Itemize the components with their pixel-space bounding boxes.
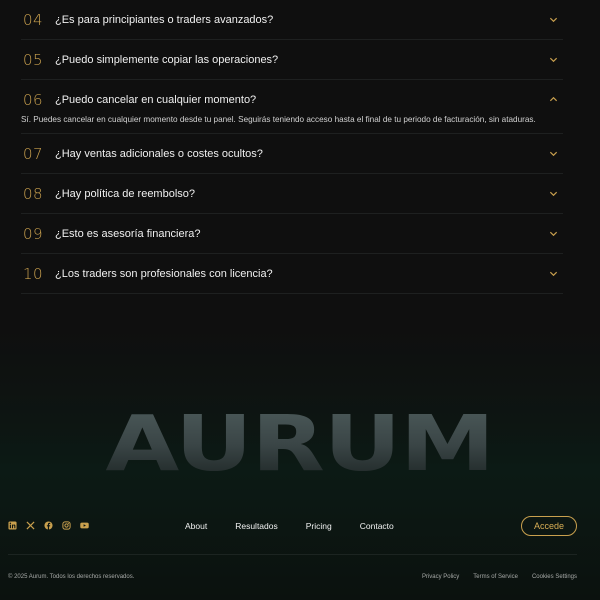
footer-nav: About Resultados Pricing Contacto: [185, 521, 422, 531]
faq-list: 04 ¿Es para principiantes o traders avan…: [21, 0, 563, 294]
faq-number: 10: [23, 264, 44, 283]
footer-nav-about[interactable]: About: [185, 521, 207, 531]
chevron-down-icon[interactable]: [547, 148, 559, 160]
faq-left: 05 ¿Puedo simplemente copiar las operaci…: [21, 51, 278, 69]
page: 04 ¿Es para principiantes o traders avan…: [0, 0, 600, 600]
footer-nav-contacto[interactable]: Contacto: [360, 521, 394, 531]
footer-nav-pricing[interactable]: Pricing: [306, 521, 332, 531]
faq-question: ¿Los traders son profesionales con licen…: [55, 267, 273, 280]
faq-question-row[interactable]: 10 ¿Los traders son profesionales con li…: [21, 254, 563, 293]
brand-wordmark: AURUM: [105, 400, 496, 489]
chevron-down-icon[interactable]: [547, 14, 559, 26]
faq-question-row[interactable]: 05 ¿Puedo simplemente copiar las operaci…: [21, 40, 563, 79]
faq-item: 04 ¿Es para principiantes o traders avan…: [21, 0, 563, 40]
x-icon[interactable]: [26, 521, 35, 530]
chevron-down-icon[interactable]: [547, 188, 559, 200]
chevron-down-icon[interactable]: [547, 228, 559, 240]
brand-wordmark-container: AURUM: [0, 405, 600, 485]
accede-button[interactable]: Accede: [521, 516, 577, 536]
faq-left: 10 ¿Los traders son profesionales con li…: [21, 265, 273, 283]
faq-question-row[interactable]: 08 ¿Hay política de reembolso?: [21, 174, 563, 213]
legal-links: Privacy Policy Terms of Service Cookies …: [422, 574, 577, 580]
faq-number: 06: [23, 90, 44, 109]
chevron-down-icon[interactable]: [547, 54, 559, 66]
faq-question: ¿Es para principiantes o traders avanzad…: [55, 13, 274, 26]
footer-divider: [8, 554, 577, 555]
footer-top-row: About Resultados Pricing Contacto Accede: [0, 514, 600, 540]
faq-question: ¿Puedo cancelar en cualquier momento?: [55, 93, 257, 106]
faq-left: 06 ¿Puedo cancelar en cualquier momento?: [21, 91, 256, 109]
instagram-icon[interactable]: [62, 521, 71, 530]
chevron-down-icon[interactable]: [547, 268, 559, 280]
faq-left: 09 ¿Esto es asesoría financiera?: [21, 225, 201, 243]
faq-number: 08: [23, 184, 44, 203]
faq-question: ¿Hay ventas adicionales o costes ocultos…: [55, 147, 263, 160]
social-links: [8, 521, 89, 530]
faq-number: 05: [23, 50, 44, 69]
faq-question: ¿Puedo simplemente copiar las operacione…: [55, 53, 279, 66]
linkedin-icon[interactable]: [8, 521, 17, 530]
privacy-policy-link[interactable]: Privacy Policy: [422, 574, 459, 580]
youtube-icon[interactable]: [80, 521, 89, 530]
faq-item: 09 ¿Esto es asesoría financiera?: [21, 214, 563, 254]
faq-number: 07: [23, 144, 44, 163]
faq-item: 08 ¿Hay política de reembolso?: [21, 174, 563, 214]
facebook-icon[interactable]: [44, 521, 53, 530]
faq-left: 08 ¿Hay política de reembolso?: [21, 185, 195, 203]
copyright-text: © 2025 Aurum. Todos los derechos reserva…: [8, 574, 135, 580]
faq-question-row[interactable]: 04 ¿Es para principiantes o traders avan…: [21, 0, 563, 39]
faq-question: ¿Hay política de reembolso?: [55, 187, 196, 200]
faq-item: 07 ¿Hay ventas adicionales o costes ocul…: [21, 134, 563, 174]
faq-question: ¿Esto es asesoría financiera?: [55, 227, 201, 240]
faq-number: 09: [23, 224, 44, 243]
faq-number: 04: [23, 10, 44, 29]
faq-question-row[interactable]: 09 ¿Esto es asesoría financiera?: [21, 214, 563, 253]
faq-question-row[interactable]: 07 ¿Hay ventas adicionales o costes ocul…: [21, 134, 563, 173]
faq-left: 04 ¿Es para principiantes o traders avan…: [21, 11, 273, 29]
faq-item: 05 ¿Puedo simplemente copiar las operaci…: [21, 40, 563, 80]
cookies-settings-link[interactable]: Cookies Settings: [532, 574, 577, 580]
faq-item-expanded: 06 ¿Puedo cancelar en cualquier momento?…: [21, 80, 563, 134]
terms-of-service-link[interactable]: Terms of Service: [473, 574, 518, 580]
faq-left: 07 ¿Hay ventas adicionales o costes ocul…: [21, 145, 263, 163]
faq-answer: Sí. Puedes cancelar en cualquier momento…: [21, 115, 536, 124]
footer-nav-resultados[interactable]: Resultados: [235, 521, 278, 531]
chevron-up-icon[interactable]: [547, 94, 559, 106]
faq-item: 10 ¿Los traders son profesionales con li…: [21, 254, 563, 294]
